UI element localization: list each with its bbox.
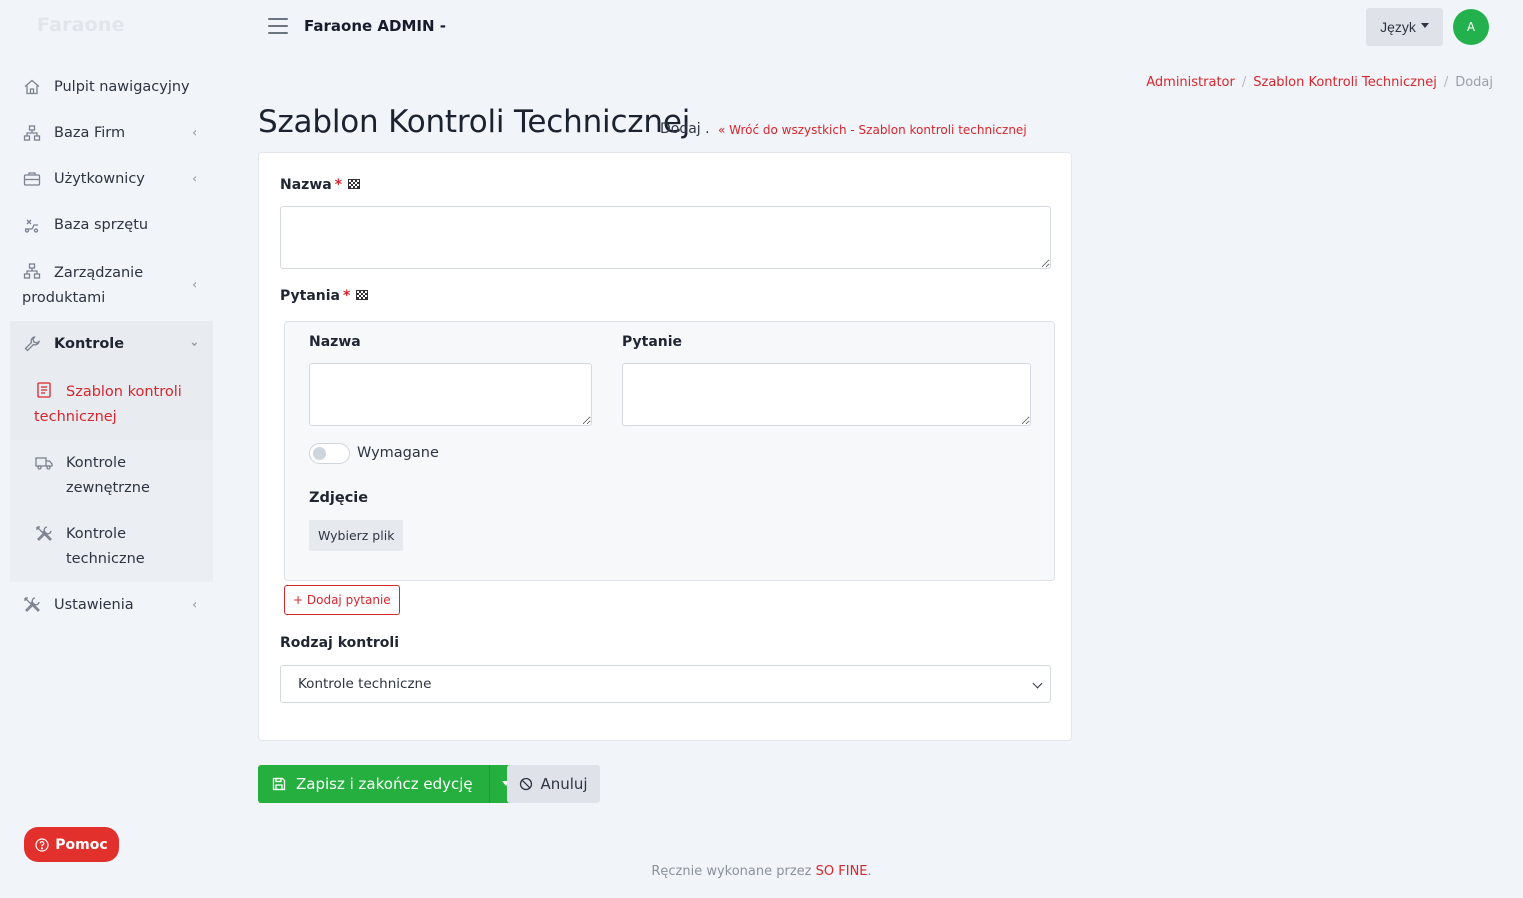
- help-button-label: Pomoc: [55, 836, 108, 853]
- page-action-label: Dodaj .: [660, 121, 710, 137]
- choose-file-button[interactable]: Wybierz plik: [309, 520, 404, 551]
- footer: Ręcznie wykonane przez SO FINE.: [651, 864, 872, 879]
- questions-label: Pytania *: [280, 288, 369, 304]
- photo-label: Zdjęcie: [309, 490, 369, 506]
- sidebar-item-equipment[interactable]: Baza sprzętu: [10, 202, 213, 248]
- control-type-select[interactable]: Kontrole techniczne: [280, 665, 1051, 703]
- home-icon: [24, 79, 40, 95]
- breadcrumb: Administrator / Szablon Kontroli Techniczn…: [1146, 75, 1493, 90]
- control-type-value: Kontrole techniczne: [298, 676, 432, 692]
- sidebar-item-users[interactable]: Użytkownicy ‹: [10, 156, 213, 202]
- required-toggle-label: Wymagane: [357, 445, 439, 461]
- save-button-group: Zapisz i zakończ edycję: [258, 765, 523, 803]
- chevron-down-icon: ‹: [187, 341, 202, 347]
- save-button-label: Zapisz i zakończ edycję: [296, 775, 473, 793]
- language-dropdown-button[interactable]: Język: [1366, 8, 1443, 46]
- cancel-button-label: Anuluj: [540, 775, 588, 793]
- sidebar-item-label: Kontrole techniczne: [66, 526, 145, 567]
- sidebar-nav: Pulpit nawigacyjny Baza Firm ‹ Użytkowni…: [10, 64, 213, 628]
- sidebar-item-label: Kontrole zewnętrzne: [66, 455, 150, 496]
- required-toggle[interactable]: [309, 443, 350, 464]
- back-to-list-link[interactable]: « Wróć do wszystkich - Szablon kontroli …: [718, 123, 1027, 137]
- sidebar-item-external-controls[interactable]: Kontrole zewnętrzne: [10, 440, 213, 511]
- sidebar-item-label: Ustawienia: [54, 597, 134, 613]
- question-name-label: Nazwa: [309, 334, 361, 350]
- question-item: Nazwa Pytanie Wymagane Zdjęcie Wybierz p…: [284, 321, 1055, 581]
- sidebar-item-label: Baza Firm: [54, 125, 126, 141]
- ban-icon: [520, 777, 533, 791]
- document-icon: [37, 382, 51, 398]
- question-text-label: Pytanie: [622, 334, 683, 350]
- floppy-disk-icon: [272, 777, 286, 791]
- form-card: Nazwa * Pytania * Nazwa Pytanie Wymagane Z…: [258, 152, 1072, 741]
- sitemap-icon: [23, 125, 41, 141]
- tools-icon: [24, 597, 40, 612]
- flag-icon: [348, 179, 361, 189]
- question-circle-icon: [35, 837, 49, 852]
- avatar[interactable]: A: [1453, 9, 1489, 45]
- language-label: Język: [1380, 19, 1416, 35]
- footer-text: Ręcznie wykonane przez: [651, 864, 812, 879]
- sidebar-item-label: Kontrole: [54, 336, 125, 352]
- sidebar-item-inspection-template[interactable]: Szablon kontroli technicznej: [10, 367, 213, 440]
- cancel-button[interactable]: Anuluj: [507, 765, 600, 803]
- help-button[interactable]: Pomoc: [24, 827, 119, 862]
- breadcrumb-link-administrator[interactable]: Administrator: [1146, 75, 1235, 90]
- app-title: Faraone ADMIN -: [304, 17, 446, 35]
- sitemap-icon: [23, 263, 41, 279]
- sidebar-item-settings[interactable]: Ustawienia ‹: [10, 582, 213, 628]
- sidebar-item-label: Szablon kontroli technicznej: [34, 384, 182, 425]
- add-question-button[interactable]: + Dodaj pytanie: [284, 585, 400, 615]
- tools-icon: [36, 526, 52, 541]
- question-name-input[interactable]: [309, 363, 592, 426]
- brand-logo[interactable]: Faraone: [37, 14, 125, 36]
- name-input[interactable]: [280, 206, 1051, 269]
- flag-icon: [356, 290, 369, 300]
- sidebar-item-products[interactable]: Zarządzanie produktami ‹: [10, 248, 213, 321]
- sidebar-item-dashboard[interactable]: Pulpit nawigacyjny: [10, 64, 213, 110]
- sidebar-item-companies[interactable]: Baza Firm ‹: [10, 110, 213, 156]
- name-field-label: Nazwa *: [280, 177, 361, 193]
- menu-toggle-icon[interactable]: [268, 18, 288, 34]
- question-text-input[interactable]: [622, 363, 1031, 426]
- breadcrumb-current: Dodaj: [1455, 75, 1493, 90]
- chevron-left-icon: ‹: [192, 277, 197, 291]
- chevron-left-icon: ‹: [192, 125, 197, 140]
- sidebar-item-label: Baza sprzętu: [54, 217, 149, 233]
- chevron-left-icon: ‹: [192, 597, 197, 612]
- chevron-down-icon: [1032, 678, 1043, 689]
- caret-down-icon: [1420, 22, 1429, 28]
- sidebar-item-label: Pulpit nawigacyjny: [54, 79, 190, 95]
- truck-icon: [35, 457, 53, 470]
- briefcase-icon: [23, 172, 41, 186]
- sidebar-item-technical-controls[interactable]: Kontrole techniczne: [10, 511, 213, 582]
- sidebar-item-label: Użytkownicy: [54, 171, 145, 187]
- footer-credit-link[interactable]: SO FINE: [816, 864, 868, 879]
- page-title: Szablon Kontroli Technicznej: [258, 104, 691, 140]
- wrench-icon: [24, 336, 40, 352]
- sidebar-submenu-controls: Szablon kontroli technicznej Kontrole ze…: [10, 367, 213, 582]
- equipment-icon: [24, 219, 39, 233]
- save-and-finish-button[interactable]: Zapisz i zakończ edycję: [258, 765, 489, 803]
- chevron-left-icon: ‹: [192, 171, 197, 186]
- breadcrumb-link-template[interactable]: Szablon Kontroli Technicznej: [1253, 75, 1437, 90]
- sidebar-item-controls[interactable]: Kontrole ‹: [10, 321, 213, 367]
- control-type-label: Rodzaj kontroli: [280, 635, 400, 651]
- sidebar: Faraone Pulpit nawigacyjny Baza Firm ‹ U…: [0, 0, 222, 898]
